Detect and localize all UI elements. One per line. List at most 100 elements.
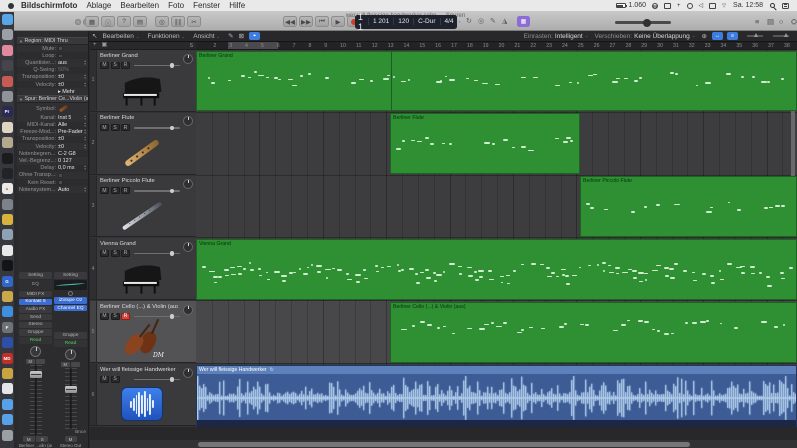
region-inspector-header[interactable]: ▼ Region: MIDI Thru xyxy=(17,37,88,45)
add-track-icon[interactable]: + xyxy=(93,42,97,49)
track-param-row-3[interactable]: Transposition: ±0 ▴ ▾ xyxy=(17,136,88,143)
library-button[interactable]: ▦ xyxy=(85,16,99,27)
volume-fader[interactable] xyxy=(29,365,42,435)
menu-item-fenster[interactable]: Fenster xyxy=(193,1,220,10)
master-solo-icon[interactable]: S xyxy=(190,43,193,49)
spotlight-search-icon[interactable] xyxy=(770,3,775,8)
mute-button[interactable]: M xyxy=(64,436,77,442)
cycle-region[interactable] xyxy=(228,42,278,49)
slider-thumb[interactable] xyxy=(169,125,174,131)
plugin-slot[interactable]: MIDI FX xyxy=(19,290,52,298)
solo-button[interactable]: S xyxy=(110,124,120,132)
lcd-stepper-icon[interactable]: ▾ xyxy=(459,19,461,24)
slider-thumb[interactable] xyxy=(169,63,174,68)
region-param-row-4[interactable]: Transposition: ±0 ▴ ▾ xyxy=(17,73,88,81)
pan-knob[interactable] xyxy=(183,53,193,64)
toolbar-button[interactable]: ▤ xyxy=(133,16,147,27)
mute-button[interactable]: M xyxy=(25,358,35,364)
eq-thumbnail[interactable] xyxy=(54,279,87,290)
plugin-slot[interactable]: Read xyxy=(54,340,87,347)
track-param-row-10[interactable]: Notensystem...: Auto ▴ ▾ xyxy=(17,186,88,194)
volume-fader[interactable] xyxy=(64,368,77,429)
photos-collage-icon[interactable] xyxy=(1,121,13,133)
blue-yellow-app-icon[interactable] xyxy=(1,337,13,349)
edit-menu-funktionen[interactable]: Funktionen ⌄ xyxy=(147,33,185,40)
waveform-zoom-button[interactable]: ↔ xyxy=(712,32,723,40)
record-arm-button[interactable]: R xyxy=(121,187,130,195)
slider-thumb[interactable] xyxy=(169,188,174,194)
record-arm-button[interactable]: R xyxy=(121,312,130,320)
m-status-icon[interactable]: M xyxy=(652,2,659,9)
eraser-tool-icon[interactable]: ⊠ xyxy=(239,32,244,40)
plugin-slot[interactable]: Kontakt 5 xyxy=(19,298,52,306)
inspector-value[interactable]: 0 127 xyxy=(58,158,72,164)
apple-menu-icon[interactable] xyxy=(8,2,14,9)
tracks-area[interactable]: Berliner Grand Berliner Flute Berliner Pic… xyxy=(196,50,797,427)
disclosure-triangle-icon[interactable]: ▼ xyxy=(19,39,23,44)
tool-app-icon[interactable] xyxy=(1,198,13,210)
horizontal-scrollbar-thumb[interactable] xyxy=(198,441,690,447)
pan-knob[interactable] xyxy=(183,241,193,252)
mute-button[interactable]: M xyxy=(100,375,109,383)
midi-region[interactable]: Berliner Flute xyxy=(390,113,580,175)
fader-thumb[interactable] xyxy=(29,371,42,379)
inspector-value[interactable]: aus xyxy=(58,60,67,66)
slider-thumb[interactable] xyxy=(169,251,174,256)
track-param-row-8[interactable]: Ohne Transp...: xyxy=(17,171,88,179)
gold-app-icon[interactable] xyxy=(1,367,13,379)
menu-item-foto[interactable]: Foto xyxy=(168,1,184,10)
striped-app-icon[interactable] xyxy=(1,291,13,303)
quick-help-button[interactable]: ? xyxy=(117,16,131,27)
plugin-slot[interactable]: iZotope Oz xyxy=(54,297,87,304)
pan-knob[interactable] xyxy=(65,349,76,361)
window-title-bar[interactable]: wer will fleissige handwerker sehn — Spu… xyxy=(14,12,797,32)
edit-menu-bearbeiten[interactable]: Bearbeiten ⌄ xyxy=(102,33,139,40)
mute-button[interactable]: M xyxy=(100,187,109,195)
inspector-value[interactable]: Pre-Fader xyxy=(58,129,83,135)
track-header-6[interactable]: 6 Wer will fleissige Handwerker M S xyxy=(90,364,196,426)
pan-knob[interactable] xyxy=(183,179,193,190)
plugin-slot[interactable]: Send xyxy=(19,313,52,321)
midi-region[interactable]: Berliner Piccolo Flute xyxy=(580,176,797,237)
dark-disk-icon[interactable] xyxy=(1,60,13,72)
inspector-value[interactable]: Alle xyxy=(58,122,67,128)
black-round-app-icon[interactable] xyxy=(1,260,13,272)
mute-button[interactable]: M xyxy=(22,436,35,442)
fan-status-icon[interactable] xyxy=(686,2,693,9)
pan-knob[interactable] xyxy=(30,346,41,358)
track-param-row-6[interactable]: Vel.-Begrenz...: 0 127 xyxy=(17,157,88,165)
premiere-icon[interactable]: Pr xyxy=(1,106,13,118)
scroll-zoom-icon[interactable]: ⊕ xyxy=(702,32,707,40)
inspector-checkbox[interactable] xyxy=(58,53,63,59)
app-store-icon[interactable] xyxy=(1,29,13,41)
track-volume-slider[interactable] xyxy=(134,377,180,382)
inspector-value[interactable]: ±0 xyxy=(58,144,64,150)
stepper-icon[interactable]: ▴ ▾ xyxy=(84,136,86,142)
mute-button[interactable]: M xyxy=(100,312,109,320)
auto-track-zoom-button[interactable]: ≡ xyxy=(727,32,738,40)
violin-symbol-icon[interactable] xyxy=(58,105,69,113)
pointer-tool-icon[interactable]: ↖ xyxy=(92,32,97,40)
solo-button[interactable]: S xyxy=(36,436,49,442)
rewind-button[interactable]: ◀◀ xyxy=(283,16,297,27)
vlc-icon[interactable]: ▲ xyxy=(1,183,13,195)
track-header-4[interactable]: 4 Vienna Grand M S R xyxy=(90,238,196,301)
inspector-value[interactable]: ±0 xyxy=(58,136,64,142)
mute-button[interactable]: M xyxy=(100,61,109,69)
stepper-icon[interactable]: ▴ ▾ xyxy=(84,114,86,121)
safari-icon[interactable] xyxy=(1,306,13,318)
volume-status-icon[interactable]: ◁ xyxy=(699,2,704,9)
keyboard-status-icon[interactable] xyxy=(709,2,717,9)
inspector-value[interactable]: 50% xyxy=(58,67,69,73)
plugin-slot[interactable]: Audio FX xyxy=(19,306,52,313)
note-pads-icon[interactable]: ▤ xyxy=(767,17,774,26)
eq-button[interactable]: EQ xyxy=(19,279,52,290)
wifi-status-icon[interactable]: ▽ xyxy=(722,3,726,9)
inspector-checkbox[interactable] xyxy=(58,173,63,178)
track-param-row-7[interactable]: Delay: 0,0 ms ▴ ▾ xyxy=(17,165,88,172)
plugin-slot[interactable]: Stereo xyxy=(19,321,52,329)
stepper-icon[interactable]: ▴ ▾ xyxy=(84,81,86,88)
track-param-row-9[interactable]: Kein Reset: xyxy=(17,179,88,186)
pan-knob[interactable] xyxy=(183,367,193,378)
forward-button[interactable]: ▶▶ xyxy=(299,16,313,27)
